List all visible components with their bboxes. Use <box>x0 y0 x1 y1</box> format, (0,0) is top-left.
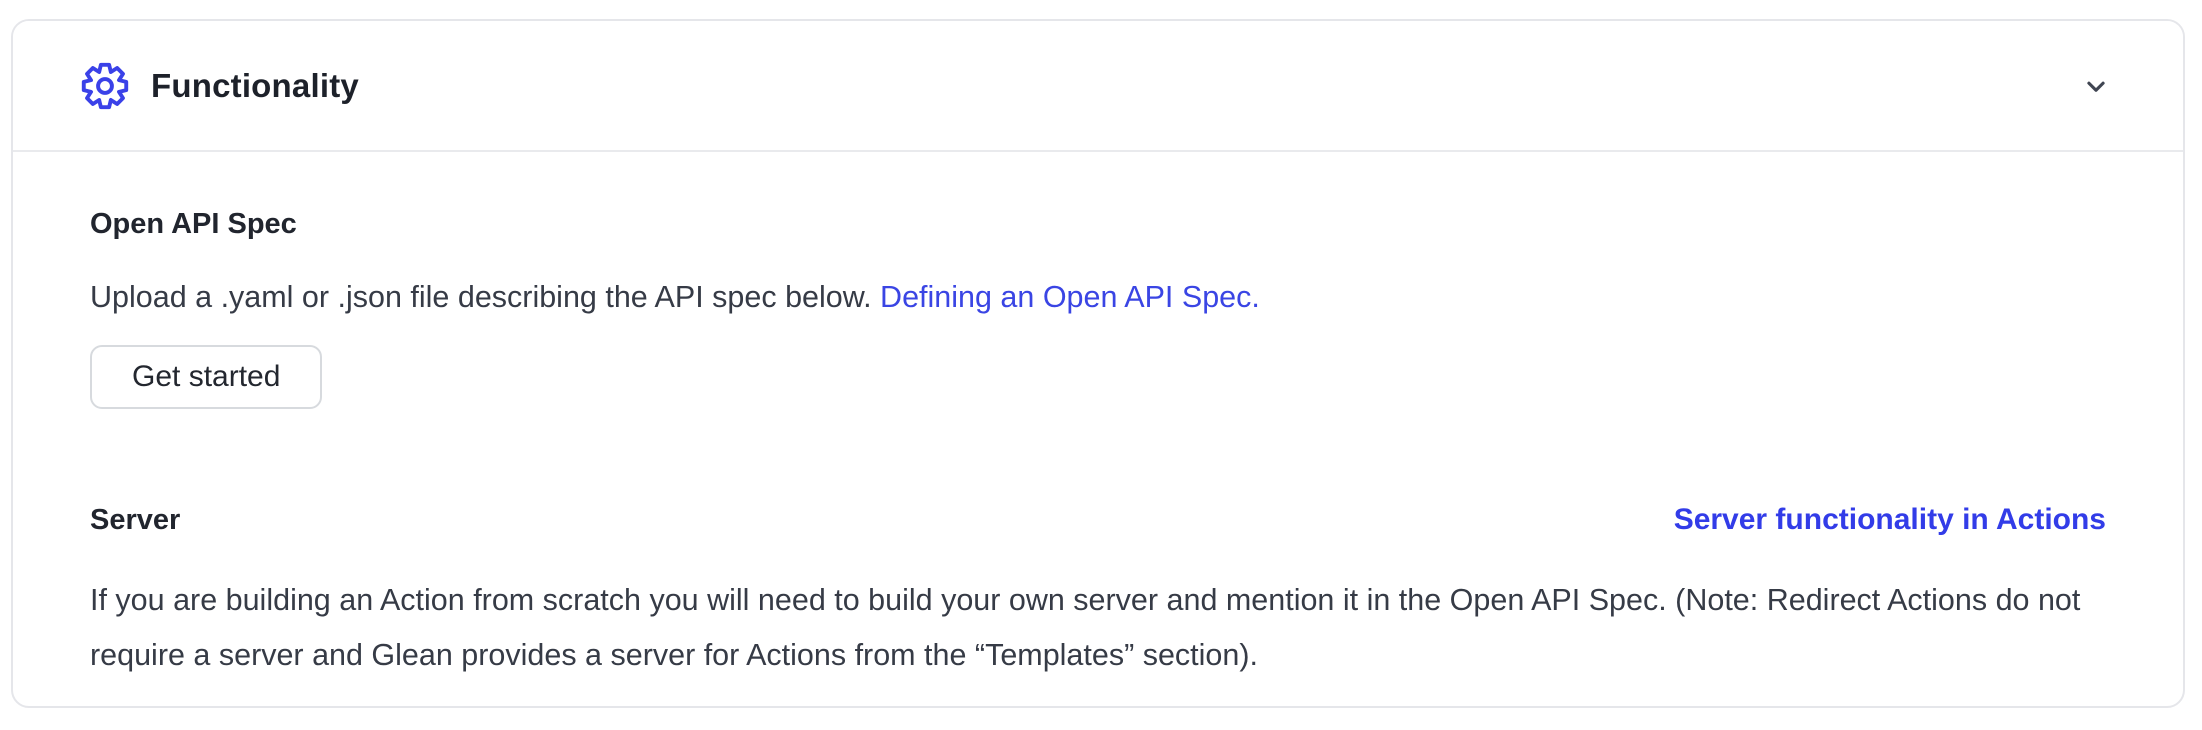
open-api-spec-section: Open API Spec Upload a .yaml or .json fi… <box>90 208 2106 409</box>
open-api-spec-heading: Open API Spec <box>90 208 2106 241</box>
open-api-spec-description: Upload a .yaml or .json file describing … <box>90 275 2106 319</box>
panel-body: Open API Spec Upload a .yaml or .json fi… <box>13 152 2183 683</box>
gear-icon <box>79 60 131 112</box>
server-heading: Server <box>90 504 180 537</box>
panel-title: Functionality <box>151 67 359 105</box>
server-heading-row: Server Server functionality in Actions <box>90 503 2106 537</box>
server-functionality-link[interactable]: Server functionality in Actions <box>1674 503 2106 537</box>
defining-open-api-spec-link[interactable]: Defining an Open API Spec. <box>880 280 1260 314</box>
functionality-panel-header[interactable]: Functionality <box>13 21 2183 152</box>
server-description: If you are building an Action from scrat… <box>90 573 2106 683</box>
get-started-button[interactable]: Get started <box>90 345 322 409</box>
open-api-spec-description-text: Upload a .yaml or .json file describing … <box>90 280 872 314</box>
chevron-down-icon[interactable] <box>2079 69 2113 103</box>
server-section: Server Server functionality in Actions I… <box>90 503 2106 683</box>
functionality-panel: Functionality Open API Spec Upload a .ya… <box>11 19 2185 708</box>
